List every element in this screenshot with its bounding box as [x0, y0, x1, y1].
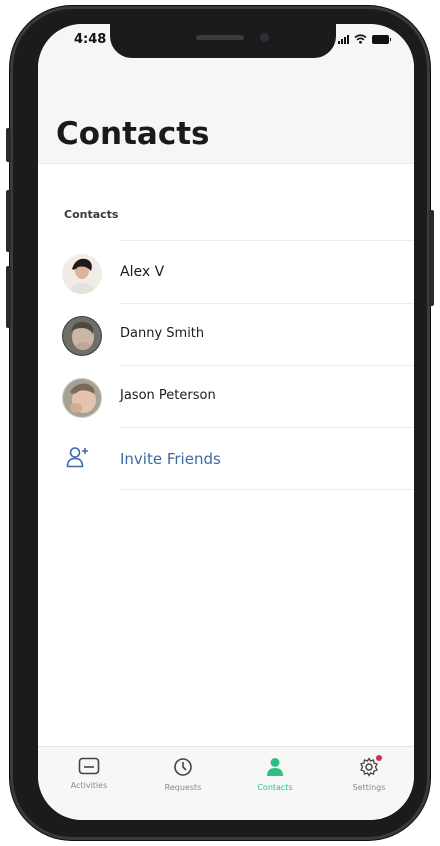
tab-settings[interactable]: Settings [334, 755, 404, 792]
status-time: 4:48 [74, 32, 107, 47]
phone-screen: Contacts 4:48 Contacts Alex V Danny Smit… [38, 24, 414, 820]
section-label: Contacts [64, 208, 119, 221]
contact-name: Alex V [120, 264, 165, 280]
speaker [196, 35, 244, 40]
volume-up-button [6, 190, 11, 252]
contact-row[interactable]: Alex V [38, 244, 414, 304]
power-button [429, 210, 434, 306]
section-divider [120, 240, 414, 241]
page-title: Contacts [56, 116, 210, 152]
tab-activities[interactable]: Activities [54, 757, 124, 790]
tab-requests[interactable]: Requests [148, 757, 218, 792]
camera [260, 33, 269, 42]
status-icons [338, 34, 391, 44]
invite-friends-row[interactable]: Invite Friends [38, 430, 414, 490]
person-photo-icon [62, 254, 102, 294]
row-divider [120, 489, 414, 490]
tab-bar: Activities Requests Contacts Settings [38, 746, 414, 820]
volume-down-button [6, 266, 11, 328]
activities-icon [78, 757, 100, 775]
invite-friends-label: Invite Friends [120, 450, 221, 468]
avatar [62, 254, 102, 294]
avatar [62, 378, 102, 418]
contact-name: Danny Smith [120, 326, 205, 341]
battery-icon [372, 34, 391, 44]
tab-contacts[interactable]: Contacts [240, 757, 310, 792]
cellular-signal-icon [338, 34, 349, 44]
wifi-icon [354, 34, 367, 44]
notch [110, 24, 336, 58]
row-divider [120, 427, 414, 428]
row-divider [120, 365, 414, 366]
add-user-icon [66, 447, 88, 468]
person-icon [267, 758, 283, 776]
clock-icon [174, 758, 192, 776]
person-photo-icon [62, 378, 102, 418]
notification-badge [376, 755, 382, 761]
contact-row[interactable]: Danny Smith [38, 306, 414, 366]
mute-switch [6, 128, 11, 162]
row-divider [120, 303, 414, 304]
contact-name: Jason Peterson [120, 388, 216, 403]
avatar [62, 316, 102, 356]
contact-row[interactable]: Jason Peterson [38, 368, 414, 428]
person-photo-icon [62, 316, 102, 356]
